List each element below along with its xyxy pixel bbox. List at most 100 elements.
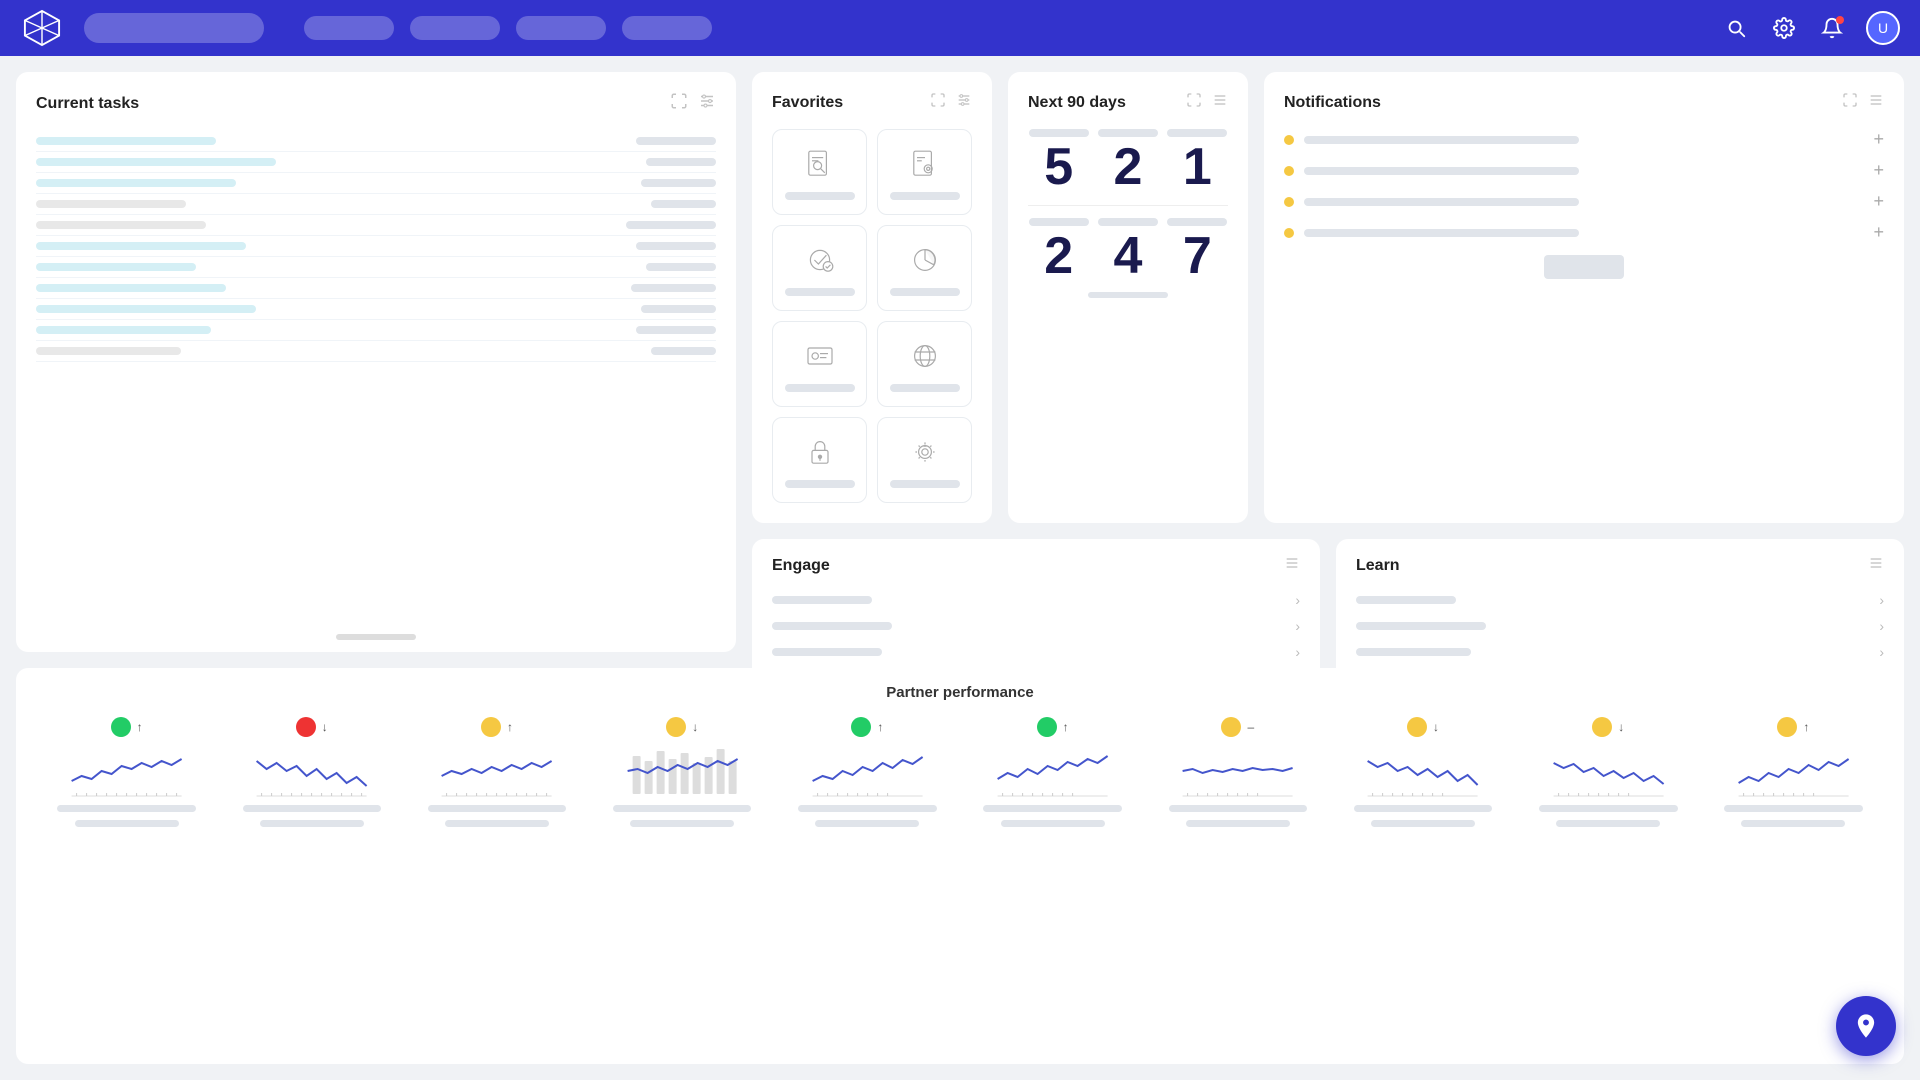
stat-number-1: 1 [1183,141,1212,193]
search-bar[interactable] [84,13,264,43]
logo[interactable] [20,6,64,50]
pp-label-9b [1556,820,1660,827]
learn-item-3[interactable]: › [1356,644,1884,660]
engage-header: Engage [772,555,1300,576]
next90-panel: Next 90 days 5 [1008,72,1248,523]
next90-header: Next 90 days [1028,92,1228,113]
favorite-label [785,192,855,200]
nav-item-1[interactable] [304,16,394,40]
next90-expand-icon[interactable] [1186,92,1202,113]
notification-add-2[interactable]: + [1874,160,1885,181]
engage-title: Engage [772,557,830,575]
learn-actions [1868,555,1884,576]
pp-chart-8 [1336,741,1509,801]
task-bar-right [636,137,716,145]
favorites-title: Favorites [772,94,843,112]
learn-bar-1 [1356,596,1456,604]
task-row [36,299,716,320]
engage-settings-icon[interactable] [1284,555,1300,576]
next90-title: Next 90 days [1028,94,1126,112]
search-icon[interactable] [1722,14,1750,42]
pp-chart-10 [1707,741,1880,801]
favorite-item-lock[interactable] [772,417,867,503]
notifications-footer[interactable] [1544,255,1624,279]
fab-button[interactable] [1836,996,1896,1056]
favorites-settings-icon[interactable] [956,92,972,113]
stat-item-2b: 2 [1028,218,1089,282]
engage-item-1[interactable]: › [772,592,1300,608]
notifications-expand-icon[interactable] [1842,92,1858,113]
nav-item-4[interactable] [622,16,712,40]
stat-item-1: 1 [1167,129,1228,193]
stat-number-2: 2 [1114,141,1143,193]
pp-arrow-6: ↑ [1063,720,1069,734]
stat-number-4: 4 [1114,230,1143,282]
stat-number-2b: 2 [1044,230,1073,282]
nav-item-2[interactable] [410,16,500,40]
notification-add-1[interactable]: + [1874,129,1885,150]
pp-chart-2 [225,741,398,801]
learn-item-2[interactable]: › [1356,618,1884,634]
next90-settings-icon[interactable] [1212,92,1228,113]
pp-item-10: ↑ [1707,717,1880,827]
learn-chevron-3[interactable]: › [1879,644,1884,660]
pp-item-9: ↓ [1522,717,1695,827]
favorite-item-message-check[interactable] [772,225,867,311]
engage-list: › › › [772,592,1300,660]
notification-add-4[interactable]: + [1874,222,1885,243]
lock-icon [800,432,840,472]
engage-chevron-2[interactable]: › [1295,618,1300,634]
pp-label-6b [1001,820,1105,827]
tasks-list [36,131,716,362]
pp-chart-1 [40,741,213,801]
pp-dot-6 [1037,717,1057,737]
notifications-settings-icon[interactable] [1868,92,1884,113]
next90-actions [1186,92,1228,113]
engage-chevron-1[interactable]: › [1295,592,1300,608]
engage-chevron-3[interactable]: › [1295,644,1300,660]
pp-indicator-3: ↑ [481,717,513,737]
tasks-scrollbar[interactable] [336,634,416,640]
learn-item-1[interactable]: › [1356,592,1884,608]
favorite-item-document-gear[interactable] [877,129,972,215]
favorite-item-gear[interactable] [877,417,972,503]
notification-item-2: + [1284,160,1884,181]
favorite-item-pie-chart[interactable] [877,225,972,311]
pp-indicator-6: ↑ [1037,717,1069,737]
expand-icon[interactable] [670,92,688,115]
notification-dot-3 [1284,197,1294,207]
pp-arrow-4: ↓ [692,720,698,734]
favorites-expand-icon[interactable] [930,92,946,113]
stat-divider [1028,205,1228,206]
current-tasks-actions [670,92,716,115]
nav-item-3[interactable] [516,16,606,40]
pp-label-3 [428,805,567,812]
learn-chevron-2[interactable]: › [1879,618,1884,634]
notification-dot-4 [1284,228,1294,238]
favorite-item-id-card[interactable] [772,321,867,407]
pp-item-4: ↓ [596,717,769,827]
pp-dot-9 [1592,717,1612,737]
middle-row: Favorites [752,72,1904,523]
avatar[interactable]: U [1866,11,1900,45]
favorite-label [785,480,855,488]
learn-chevron-1[interactable]: › [1879,592,1884,608]
tasks-settings-icon[interactable] [698,92,716,115]
next90-stats: 5 2 1 2 [1028,129,1228,282]
notifications-icon[interactable] [1818,14,1846,42]
learn-settings-icon[interactable] [1868,555,1884,576]
engage-item-2[interactable]: › [772,618,1300,634]
favorite-item-globe[interactable] [877,321,972,407]
notification-add-3[interactable]: + [1874,191,1885,212]
favorite-item-document-search[interactable] [772,129,867,215]
gear-icon [905,432,945,472]
main-content: Current tasks [0,56,1920,1080]
task-row [36,341,716,362]
next90-scrollbar[interactable] [1088,292,1168,298]
stat-item-5: 5 [1028,129,1089,193]
right-panels: Favorites [752,72,1904,652]
settings-icon[interactable] [1770,14,1798,42]
engage-item-3[interactable]: › [772,644,1300,660]
pp-indicator-2: ↓ [296,717,328,737]
pp-dot-1 [111,717,131,737]
